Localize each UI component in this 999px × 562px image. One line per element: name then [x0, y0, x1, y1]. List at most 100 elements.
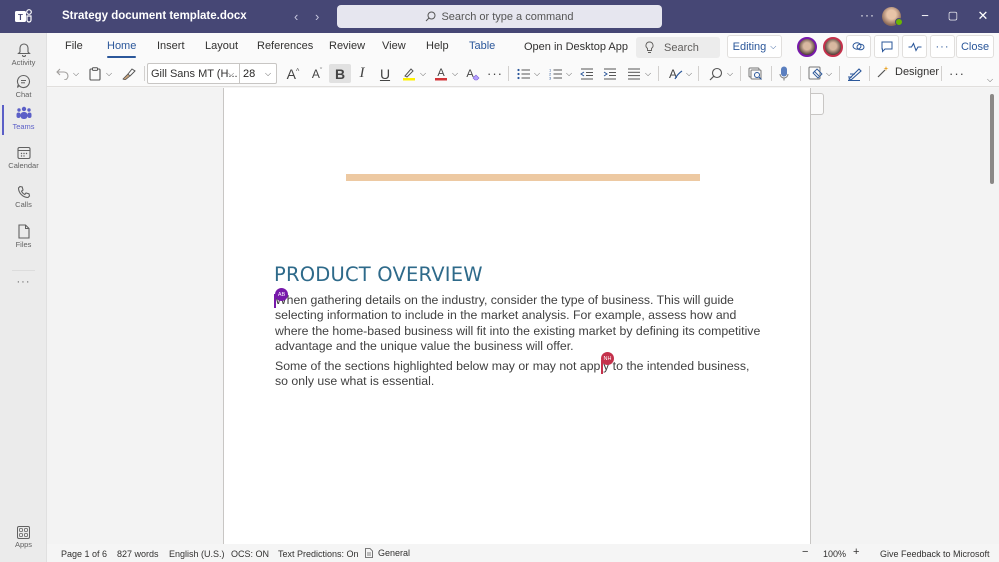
open-in-desktop-app-button[interactable]: Open in Desktop App	[524, 41, 628, 53]
tab-view[interactable]: View	[382, 40, 406, 52]
ribbon-search-box[interactable]: Search	[636, 37, 720, 58]
more-commands-button[interactable]: ···	[949, 64, 965, 83]
font-color-button[interactable]: A	[433, 64, 449, 83]
rail-label: Calls	[15, 200, 32, 209]
document-page[interactable]: PRODUCT OVERVIEW When gathering details …	[223, 88, 811, 544]
bullets-dropdown[interactable]: ⌵	[533, 64, 541, 83]
paste-dropdown[interactable]: ⌵	[105, 64, 113, 83]
tab-layout[interactable]: Layout	[205, 40, 238, 52]
rail-item-activity[interactable]: Activity	[0, 42, 47, 78]
format-painter-button[interactable]	[121, 64, 137, 83]
rail-item-teams[interactable]: Teams	[0, 106, 47, 142]
styles-dropdown[interactable]: ⌵	[685, 64, 693, 83]
font-name-value: Gill Sans MT (H...	[151, 67, 238, 80]
decrease-indent-button[interactable]	[579, 64, 595, 83]
paste-button[interactable]	[88, 64, 102, 83]
italic-button[interactable]: I	[355, 64, 369, 83]
give-feedback-link[interactable]: Give Feedback to Microsoft	[880, 549, 990, 559]
command-search-box[interactable]: Search or type a command	[337, 5, 662, 28]
tab-home[interactable]: Home	[107, 40, 137, 58]
sensitivity-dropdown[interactable]: ⌵	[825, 64, 833, 83]
alignment-dropdown[interactable]: ⌵	[644, 64, 652, 83]
rail-label: Files	[15, 240, 32, 249]
align-justify-icon	[628, 68, 640, 79]
zoom-in-button[interactable]: +	[853, 546, 859, 558]
rail-item-calendar[interactable]: Calendar	[0, 146, 47, 182]
tab-references[interactable]: References	[257, 40, 313, 52]
dictate-button[interactable]	[776, 64, 792, 83]
rail-item-calls[interactable]: Calls	[0, 185, 47, 221]
close-window-button[interactable]: ✕	[975, 8, 991, 24]
comments-button[interactable]	[874, 35, 899, 58]
rail-item-apps[interactable]: Apps	[0, 526, 47, 562]
file-icon	[17, 224, 30, 239]
maximize-button[interactable]: ▢	[945, 9, 961, 22]
coauthor-avatar[interactable]	[797, 37, 817, 57]
minimize-button[interactable]: −	[917, 8, 933, 23]
zoom-level[interactable]: 100%	[823, 549, 846, 559]
designer-button[interactable]: Designer	[877, 65, 939, 78]
clear-formatting-button[interactable]: A	[464, 64, 480, 83]
styles-button[interactable]: A	[667, 64, 683, 83]
find-button[interactable]	[708, 64, 724, 83]
chevron-down-icon: ⌵	[228, 68, 235, 78]
forward-button[interactable]: ›	[315, 9, 319, 24]
phone-icon	[17, 185, 30, 199]
home-toolbar: ⌵ ⌵ Gill Sans MT (H... ⌵ 28 ⌵ A^ Aˇ B I …	[47, 60, 999, 87]
activity-button[interactable]	[902, 35, 927, 58]
expand-ribbon-button[interactable]: ⌵	[985, 70, 995, 89]
undo-button[interactable]	[55, 64, 69, 83]
more-font-options-button[interactable]: ···	[487, 64, 503, 83]
back-button[interactable]: ‹	[294, 9, 298, 24]
bold-button[interactable]: B	[329, 64, 351, 83]
language-status[interactable]: English (U.S.)	[169, 549, 225, 559]
highlighter-icon	[403, 68, 415, 81]
sensitivity-button[interactable]	[807, 64, 823, 83]
section-heading[interactable]: PRODUCT OVERVIEW	[274, 263, 483, 286]
decrease-indent-icon	[580, 68, 593, 79]
editor-review-button[interactable]	[746, 64, 764, 83]
word-count[interactable]: 827 words	[117, 549, 159, 559]
page-side-tab[interactable]	[811, 93, 824, 115]
alignment-button[interactable]	[626, 64, 642, 83]
rail-item-chat[interactable]: Chat	[0, 74, 47, 110]
more-options-button[interactable]: ···	[860, 8, 875, 22]
more-apps-button[interactable]: ···	[0, 276, 47, 312]
highlight-button[interactable]	[401, 64, 417, 83]
vertical-scrollbar[interactable]	[990, 94, 994, 184]
text-predictions-status[interactable]: Text Predictions: On	[278, 549, 359, 559]
more-ribbon-options-button[interactable]: ···	[930, 35, 955, 58]
find-dropdown[interactable]: ⌵	[726, 64, 734, 83]
tab-help[interactable]: Help	[426, 40, 449, 52]
body-paragraph[interactable]: When gathering details on the industry, …	[275, 293, 765, 354]
underline-button[interactable]: U	[378, 64, 392, 83]
shrink-font-button[interactable]: Aˇ	[310, 64, 324, 83]
font-size-combobox[interactable]: 28 ⌵	[239, 63, 277, 84]
grow-font-button[interactable]: A^	[285, 64, 301, 83]
tab-file[interactable]: File	[65, 40, 83, 52]
bullets-button[interactable]	[516, 64, 532, 83]
tab-review[interactable]: Review	[329, 40, 365, 52]
editor-button[interactable]	[846, 64, 862, 83]
numbering-dropdown[interactable]: ⌵	[565, 64, 573, 83]
teams-chat-button[interactable]	[846, 35, 871, 58]
undo-dropdown[interactable]: ⌵	[72, 64, 80, 83]
highlight-dropdown[interactable]: ⌵	[419, 64, 427, 83]
search-icon	[426, 11, 436, 22]
body-paragraph[interactable]: Some of the sections highlighted below m…	[275, 359, 765, 390]
rail-item-files[interactable]: Files	[0, 224, 47, 260]
editing-mode-dropdown[interactable]: Editing ⌵	[727, 35, 782, 58]
zoom-out-button[interactable]: −	[802, 546, 808, 558]
tab-table[interactable]: Table	[469, 40, 495, 52]
coauthor-avatar[interactable]	[823, 37, 843, 57]
sensitivity-status[interactable]: General	[365, 548, 410, 558]
activity-pulse-icon	[908, 41, 921, 52]
numbering-button[interactable]: 123	[548, 64, 564, 83]
toolbar-separator	[658, 66, 659, 81]
close-document-button[interactable]: Close	[956, 35, 994, 58]
tab-insert[interactable]: Insert	[157, 40, 185, 52]
increase-indent-button[interactable]	[602, 64, 618, 83]
rail-divider	[12, 270, 35, 271]
styles-icon: A	[668, 67, 682, 81]
font-color-dropdown[interactable]: ⌵	[451, 64, 459, 83]
